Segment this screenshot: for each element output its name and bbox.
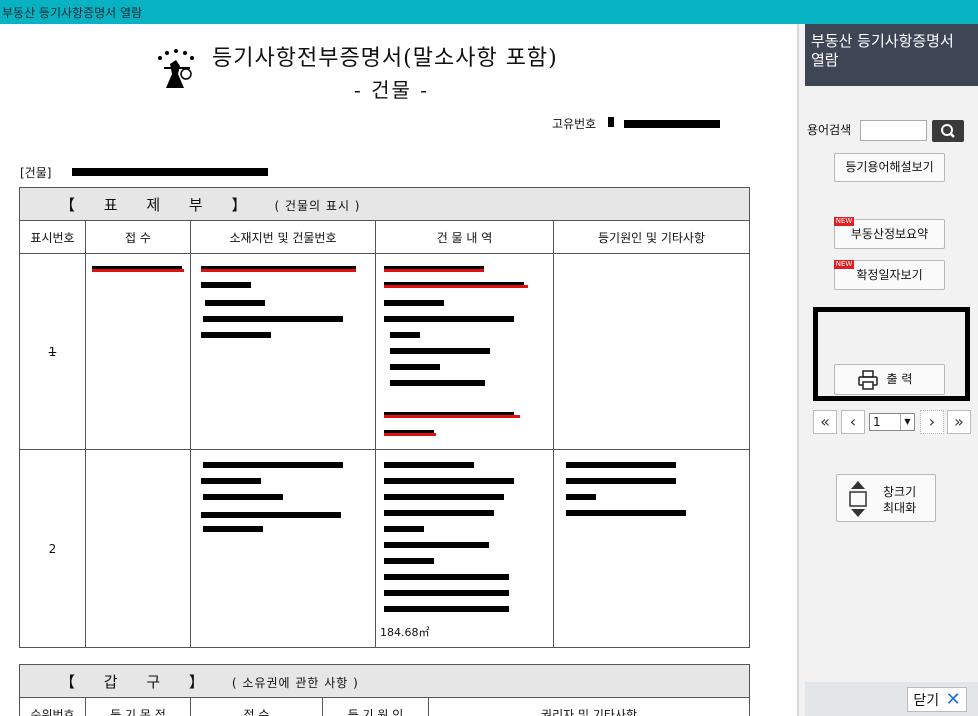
confirm-date-button-label: 확정일자보기 [856, 268, 923, 282]
cell-receipt [85, 449, 191, 648]
unique-no-redacted [608, 117, 614, 127]
print-button[interactable]: 출 력 [834, 364, 945, 395]
section-header: 【 표 제 부 】 ( 건물의 표시 ) [18, 187, 751, 221]
window-titlebar: 부동산 등기사항증명서 열람 [0, 0, 978, 24]
side-panel: 부동산 등기사항증명서 열람 용어검색 등기용어해설보기 부동산정보요약 NEW… [799, 24, 978, 716]
title-section-table: 【 표 제 부 】 ( 건물의 표시 ) 표시번호 접 수 소재지번 및 건물번호… [18, 187, 751, 648]
table-row: 2 184.68㎡ [19, 449, 751, 648]
section-title: 【 갑 구 】 [60, 672, 216, 691]
column-header: 접 수 [85, 220, 191, 254]
unique-no-label: 고유번호 [552, 117, 597, 131]
cell-cause [552, 449, 751, 648]
row-number: 2 [19, 449, 86, 648]
panel-footer: 닫기 ✕ [805, 682, 978, 716]
glossary-button[interactable]: 등기용어해설보기 [834, 153, 945, 182]
search-icon [941, 124, 955, 138]
search-label: 용어검색 [807, 123, 852, 137]
printer-icon [858, 370, 878, 390]
court-logo-icon [158, 49, 194, 88]
column-header: 접 수 [190, 697, 323, 716]
cell-receipt [85, 253, 191, 450]
glossary-button-label: 등기용어해설보기 [845, 160, 934, 174]
row-number: 1 [19, 253, 86, 450]
document-subtitle: - 건물 - [354, 78, 430, 102]
cell-cause [552, 253, 751, 450]
new-badge: NEW [834, 217, 854, 226]
section-subtitle: ( 소유권에 관한 사항 ) [231, 675, 359, 690]
summary-button-label: 부동산정보요약 [850, 227, 929, 241]
cell-building-details [375, 253, 554, 450]
column-header: 등기원인 및 기타사항 [552, 220, 751, 254]
document-title: 등기사항전부증명서(말소사항 포함) [212, 46, 558, 71]
cell-building-details: 184.68㎡ [375, 449, 554, 648]
section-header: 【 갑 구 】 ( 소유권에 관한 사항 ) [18, 664, 751, 698]
resize-icon [849, 481, 867, 517]
maximize-label-line2: 최대화 [883, 501, 917, 515]
close-button[interactable]: 닫기 ✕ [907, 687, 967, 712]
first-page-button[interactable]: « [813, 410, 837, 434]
close-button-label: 닫기 [913, 693, 940, 709]
document-view: 등기사항전부증명서(말소사항 포함) - 건물 - 고유번호 [건물] 【 표 … [0, 24, 797, 716]
column-header: 순위번호 [19, 697, 86, 716]
cell-location [190, 253, 376, 450]
window-title: 부동산 등기사항증명서 열람 [2, 6, 143, 20]
building-label: [건물] [20, 166, 52, 180]
gap-section-table: 【 갑 구 】 ( 소유권에 관한 사항 ) 순위번호 등 기 목 적 접 수 등… [18, 664, 751, 716]
next-page-button[interactable]: › [920, 410, 944, 434]
column-header: 건 물 내 역 [375, 220, 554, 254]
section-title: 【 표 제 부 】 [60, 195, 259, 214]
column-header: 등 기 목 적 [85, 697, 191, 716]
maximize-window-button[interactable]: 창크기 최대화 [836, 474, 936, 522]
table-row: 1 [19, 253, 751, 450]
column-header: 권리자 및 기타사항 [427, 697, 751, 716]
search-button[interactable] [932, 120, 964, 142]
last-page-button[interactable]: » [947, 410, 971, 434]
address-redacted [72, 168, 268, 176]
page-select-value: 1 [873, 415, 881, 429]
chevron-down-icon: ▼ [900, 414, 914, 430]
prev-page-button[interactable]: ‹ [841, 410, 865, 434]
panel-title: 부동산 등기사항증명서 열람 [805, 24, 978, 86]
unique-no-redacted [624, 120, 720, 128]
print-button-label: 출 력 [886, 372, 913, 386]
new-badge: NEW [834, 260, 854, 269]
cell-location [190, 449, 376, 648]
column-header: 소재지번 및 건물번호 [190, 220, 376, 254]
maximize-label-line1: 창크기 [883, 485, 917, 499]
close-icon: ✕ [945, 689, 961, 710]
search-input[interactable] [860, 120, 927, 141]
page-select[interactable]: 1 ▼ [869, 413, 915, 431]
column-header: 표시번호 [19, 220, 86, 254]
column-header: 등 기 원 인 [322, 697, 429, 716]
building-area: 184.68㎡ [380, 626, 430, 639]
section-subtitle: ( 건물의 표시 ) [274, 198, 361, 213]
